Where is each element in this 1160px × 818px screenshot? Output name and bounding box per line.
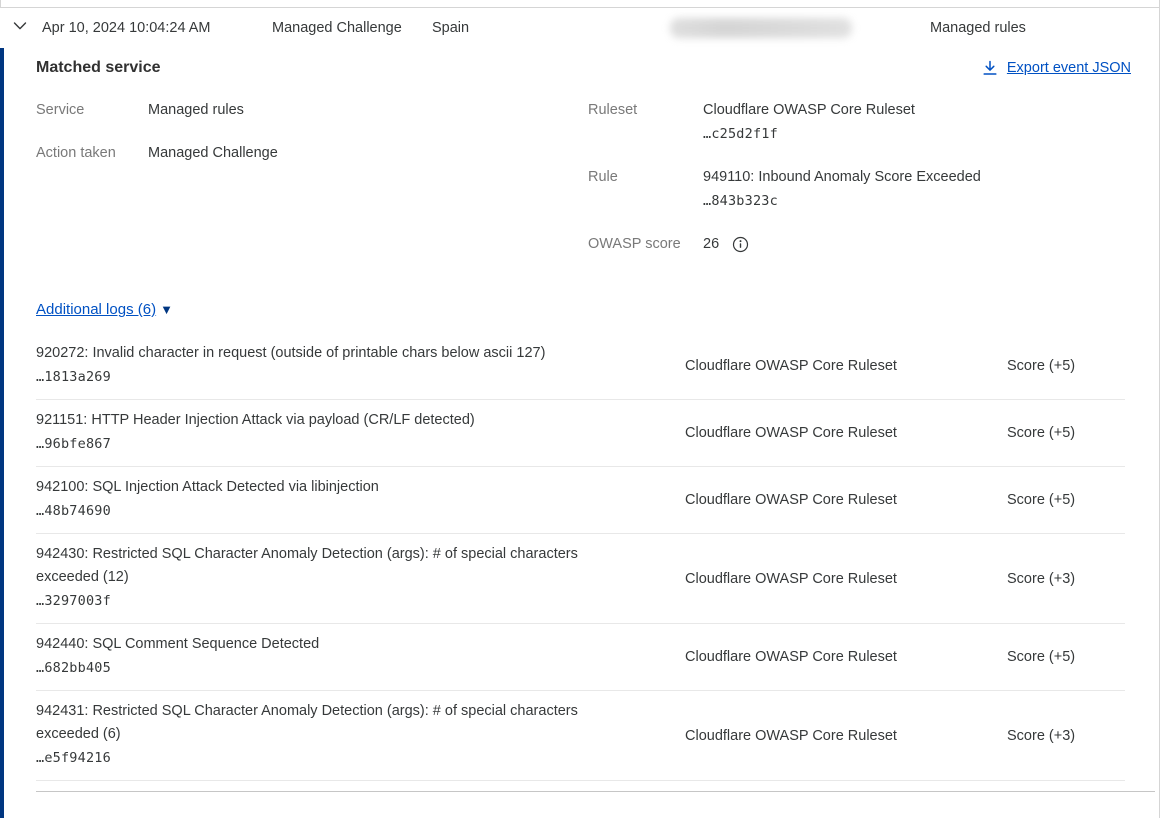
log-rule-id-hash: …e5f94216 <box>36 746 630 771</box>
chevron-down-icon <box>12 18 28 38</box>
log-rule-description: 921151: HTTP Header Injection Attack via… <box>36 409 630 432</box>
log-row: 921151: HTTP Header Injection Attack via… <box>36 400 1125 467</box>
next-row-divider <box>36 791 1155 792</box>
log-rule-description: 942100: SQL Injection Attack Detected vi… <box>36 476 630 499</box>
field-ruleset: Ruleset Cloudflare OWASP Core Ruleset …c… <box>588 98 1131 146</box>
log-score: Score (+5) <box>1007 358 1125 374</box>
action-taken-label: Action taken <box>36 141 148 165</box>
event-redacted-host <box>670 18 862 38</box>
event-timestamp: Apr 10, 2024 10:04:24 AM <box>42 20 272 36</box>
log-rule-id-hash: …96bfe867 <box>36 432 630 457</box>
log-ruleset-name: Cloudflare OWASP Core Ruleset <box>685 425 1007 441</box>
log-row: 942440: SQL Comment Sequence Detected …6… <box>36 624 1125 691</box>
log-score: Score (+3) <box>1007 571 1125 587</box>
export-link-label: Export event JSON <box>1007 60 1131 76</box>
log-score: Score (+5) <box>1007 492 1125 508</box>
log-row: 942431: Restricted SQL Character Anomaly… <box>36 691 1125 781</box>
owasp-score-value: 26 <box>703 232 719 256</box>
log-ruleset-name: Cloudflare OWASP Core Ruleset <box>685 571 1007 587</box>
event-service: Managed rules <box>930 20 1026 36</box>
field-service: Service Managed rules <box>36 98 588 122</box>
event-country: Spain <box>432 20 670 36</box>
log-row: 942100: SQL Injection Attack Detected vi… <box>36 467 1125 534</box>
log-ruleset-name: Cloudflare OWASP Core Ruleset <box>685 728 1007 744</box>
rule-value-block: 949110: Inbound Anomaly Score Exceeded …… <box>703 165 981 213</box>
event-action: Managed Challenge <box>272 20 432 36</box>
log-row: 920272: Invalid character in request (ou… <box>36 333 1125 400</box>
additional-logs-link[interactable]: Additional logs (6) <box>36 301 156 318</box>
rule-id-hash: …843b323c <box>703 189 981 213</box>
log-rule-id-hash: …682bb405 <box>36 656 630 681</box>
firewall-event-expanded-row: Apr 10, 2024 10:04:24 AM Managed Challen… <box>0 0 1160 818</box>
action-taken-value: Managed Challenge <box>148 141 278 165</box>
owasp-score-label: OWASP score <box>588 232 703 256</box>
log-rule-id-hash: …48b74690 <box>36 499 630 524</box>
log-ruleset-name: Cloudflare OWASP Core Ruleset <box>685 492 1007 508</box>
log-rule-description: 942440: SQL Comment Sequence Detected <box>36 633 630 656</box>
field-action-taken: Action taken Managed Challenge <box>36 141 588 165</box>
info-icon[interactable] <box>732 236 749 253</box>
log-rule-id-hash: …3297003f <box>36 589 630 614</box>
rule-label: Rule <box>588 165 703 213</box>
ruleset-value-block: Cloudflare OWASP Core Ruleset …c25d2f1f <box>703 98 915 146</box>
additional-logs-table: 920272: Invalid character in request (ou… <box>36 333 1125 781</box>
log-row: 942430: Restricted SQL Character Anomaly… <box>36 534 1125 624</box>
field-owasp-score: OWASP score 26 <box>588 232 1131 256</box>
export-event-json-link[interactable]: Export event JSON <box>982 60 1131 77</box>
download-icon <box>982 60 998 77</box>
panel-title: Matched service <box>36 59 161 77</box>
event-summary-row[interactable]: Apr 10, 2024 10:04:24 AM Managed Challen… <box>0 8 1159 48</box>
log-ruleset-name: Cloudflare OWASP Core Ruleset <box>685 649 1007 665</box>
log-rule-description: 920272: Invalid character in request (ou… <box>36 342 630 365</box>
caret-down-icon[interactable]: ▼ <box>160 302 173 317</box>
log-score: Score (+5) <box>1007 425 1125 441</box>
field-rule: Rule 949110: Inbound Anomaly Score Excee… <box>588 165 1131 213</box>
redacted-blur <box>670 18 852 38</box>
event-detail-panel: Matched service Export event JSON Servic… <box>0 48 1159 818</box>
service-label: Service <box>36 98 148 122</box>
log-ruleset-name: Cloudflare OWASP Core Ruleset <box>685 358 1007 374</box>
log-rule-description: 942430: Restricted SQL Character Anomaly… <box>36 543 630 589</box>
log-rule-id-hash: …1813a269 <box>36 365 630 390</box>
ruleset-name: Cloudflare OWASP Core Ruleset <box>703 98 915 122</box>
table-top-border <box>0 0 1159 8</box>
ruleset-id-hash: …c25d2f1f <box>703 122 915 146</box>
rule-description: 949110: Inbound Anomaly Score Exceeded <box>703 165 981 189</box>
log-rule-description: 942431: Restricted SQL Character Anomaly… <box>36 700 630 746</box>
collapse-row-button[interactable] <box>0 18 42 38</box>
ruleset-label: Ruleset <box>588 98 703 146</box>
service-value: Managed rules <box>148 98 244 122</box>
log-score: Score (+3) <box>1007 728 1125 744</box>
log-score: Score (+5) <box>1007 649 1125 665</box>
